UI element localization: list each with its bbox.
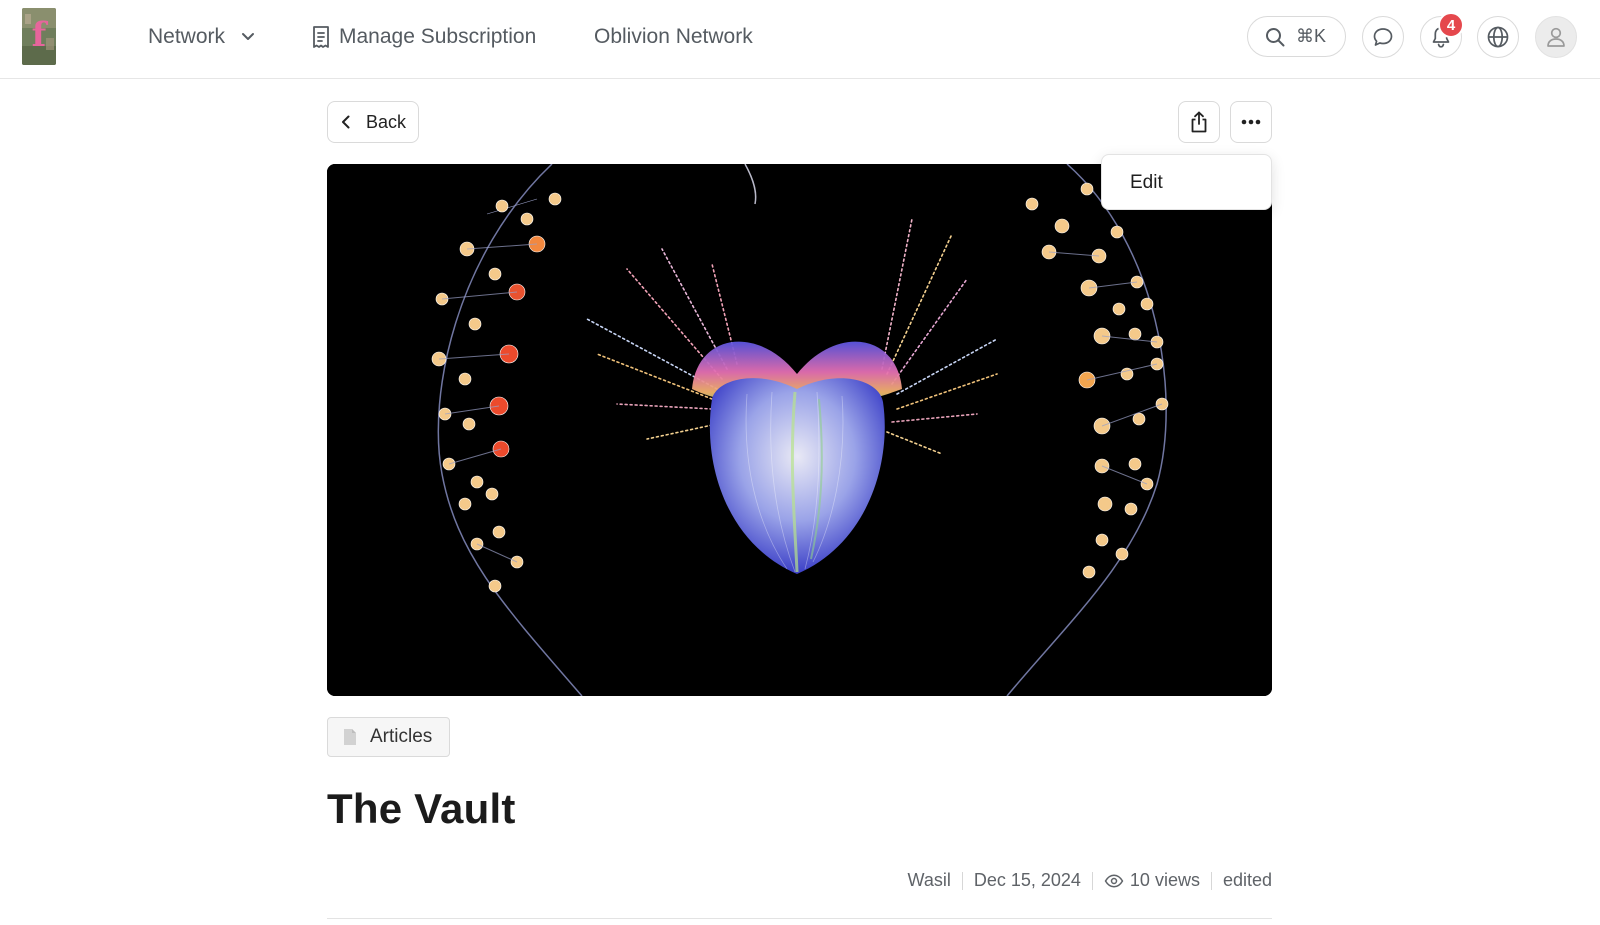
receipt-icon <box>313 26 329 48</box>
language-button[interactable] <box>1477 16 1519 58</box>
top-navigation-bar: f Network Manage Subscription Oblivion N… <box>0 0 1600 79</box>
category-label: Articles <box>370 726 433 747</box>
category-tag[interactable]: Articles <box>327 717 450 757</box>
chevron-down-icon <box>242 33 255 40</box>
meta-divider <box>1210 871 1212 890</box>
cover-illustration <box>327 164 1272 696</box>
meta-divider <box>1091 871 1093 890</box>
more-options-button[interactable] <box>1230 101 1272 143</box>
chevron-left-icon <box>342 115 350 129</box>
back-button[interactable]: Back <box>327 101 419 143</box>
menu-item-edit[interactable]: Edit <box>1130 172 1163 194</box>
svg-text:f: f <box>32 15 49 55</box>
post-cover-image <box>327 164 1272 696</box>
back-button-label: Back <box>366 111 407 132</box>
ellipsis-icon <box>1241 119 1261 125</box>
eye-icon <box>1104 873 1124 888</box>
share-icon <box>1191 111 1207 133</box>
post-options-menu: Edit <box>1101 154 1272 210</box>
community-logo[interactable]: f <box>22 8 56 65</box>
post-views: 10 views <box>1104 870 1200 891</box>
nav-network-label: Network <box>148 25 226 48</box>
post-date: Dec 15, 2024 <box>973 870 1081 890</box>
chat-icon <box>1373 28 1393 46</box>
nav-manage-label: Manage Subscription <box>339 25 537 48</box>
post-author[interactable]: Wasil <box>908 870 951 891</box>
nav-network-dropdown[interactable]: Network <box>148 22 263 52</box>
user-avatar-button[interactable] <box>1535 16 1577 58</box>
meta-divider <box>961 871 963 890</box>
notification-count-badge: 4 <box>1438 12 1464 38</box>
nav-oblivion-network[interactable]: Oblivion Network <box>594 22 753 52</box>
search-button[interactable]: ⌘K <box>1247 16 1346 57</box>
content-divider <box>327 918 1272 919</box>
nav-oblivion-label: Oblivion Network <box>594 25 753 48</box>
messages-button[interactable] <box>1362 16 1404 58</box>
logo-image: f <box>22 8 56 65</box>
search-icon <box>1266 27 1285 46</box>
nav-manage-subscription[interactable]: Manage Subscription <box>311 22 536 52</box>
post-views-label: 10 views <box>1129 870 1200 890</box>
search-shortcut-hint: ⌘K <box>1296 26 1327 46</box>
document-icon <box>344 729 356 745</box>
globe-icon <box>1487 26 1509 48</box>
post-meta: Wasil Dec 15, 2024 10 views edited <box>908 870 1273 891</box>
share-button[interactable] <box>1178 101 1220 143</box>
post-title: The Vault <box>327 785 516 832</box>
user-icon <box>1547 27 1565 47</box>
post-edited-status: edited <box>1222 870 1272 890</box>
